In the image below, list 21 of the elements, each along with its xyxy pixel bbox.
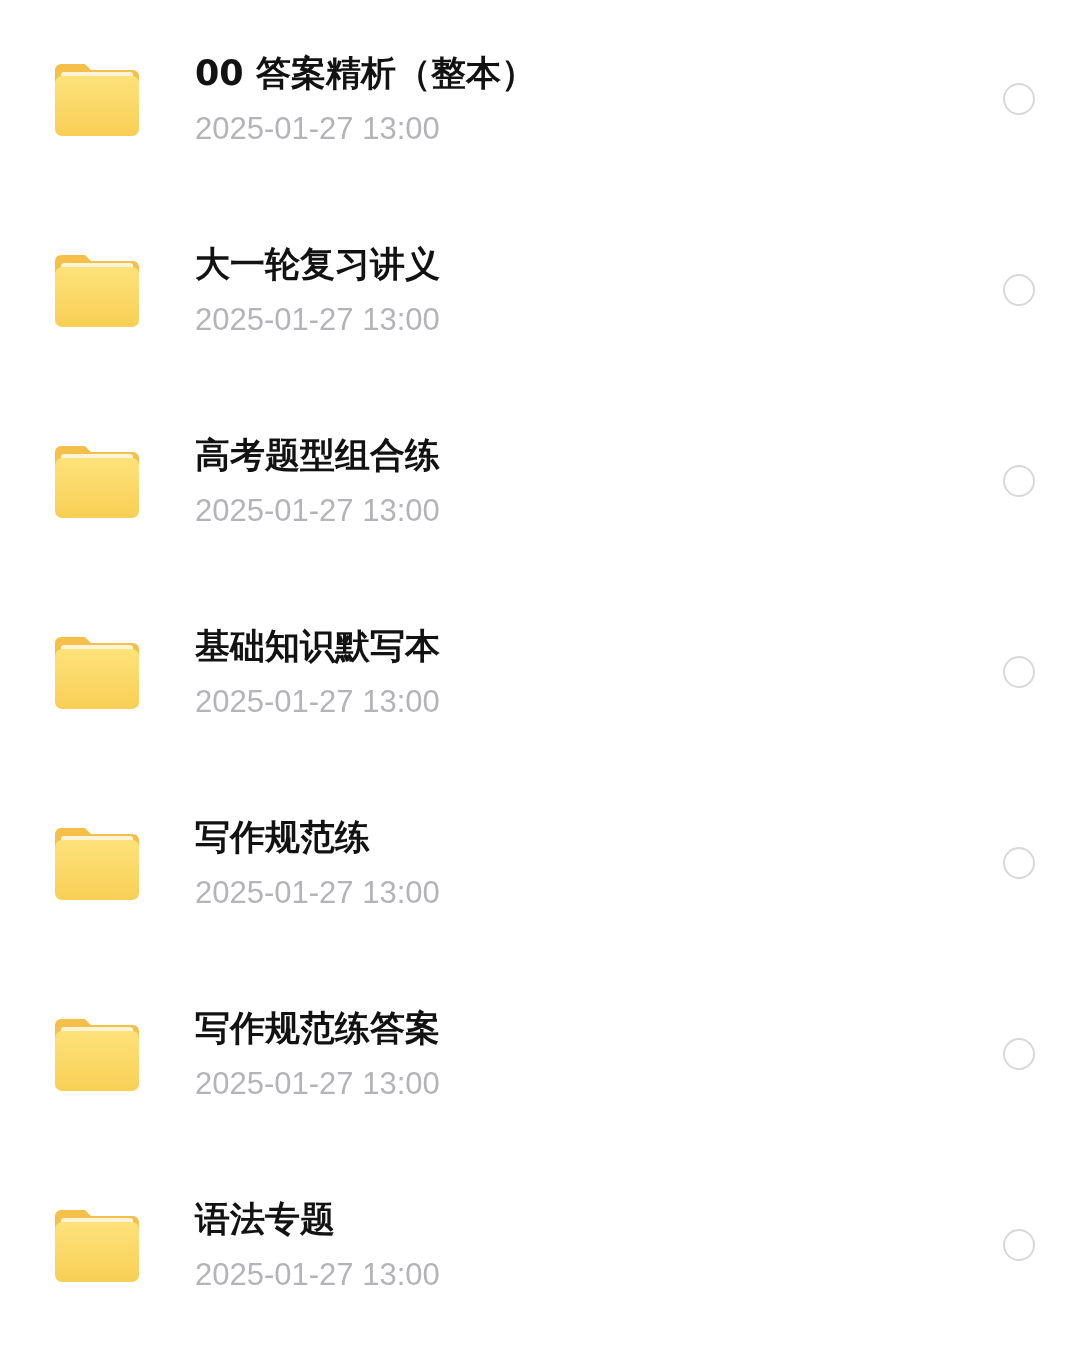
- modified-date: 2025-01-27 13:00: [195, 111, 441, 147]
- select-radio[interactable]: [1003, 464, 1035, 497]
- folder-name: 写作规范练: [195, 816, 371, 859]
- folder-name: 大一轮复习讲义: [195, 243, 441, 286]
- select-radio[interactable]: [1003, 1037, 1035, 1070]
- modified-date: 2025-01-27 13:00: [195, 302, 441, 338]
- folder-name: 写作规范练答案: [195, 1007, 441, 1050]
- folder-name: 00 答案精析（整本）: [195, 52, 537, 95]
- select-radio[interactable]: [1003, 655, 1035, 688]
- folder-name: 语法专题: [195, 1198, 336, 1241]
- select-radio[interactable]: [1003, 846, 1035, 879]
- select-radio[interactable]: [1003, 273, 1035, 306]
- modified-date: 2025-01-27 13:00: [195, 493, 441, 529]
- folder-name: 基础知识默写本: [195, 625, 441, 668]
- select-radio[interactable]: [1003, 82, 1035, 115]
- modified-date: 2025-01-27 13:00: [195, 1257, 441, 1293]
- select-radio[interactable]: [1003, 1228, 1035, 1261]
- folder-name: 高考题型组合练: [195, 434, 441, 477]
- modified-date: 2025-01-27 13:00: [195, 875, 441, 911]
- modified-date: 2025-01-27 13:00: [195, 684, 441, 720]
- modified-date: 2025-01-27 13:00: [195, 1066, 441, 1102]
